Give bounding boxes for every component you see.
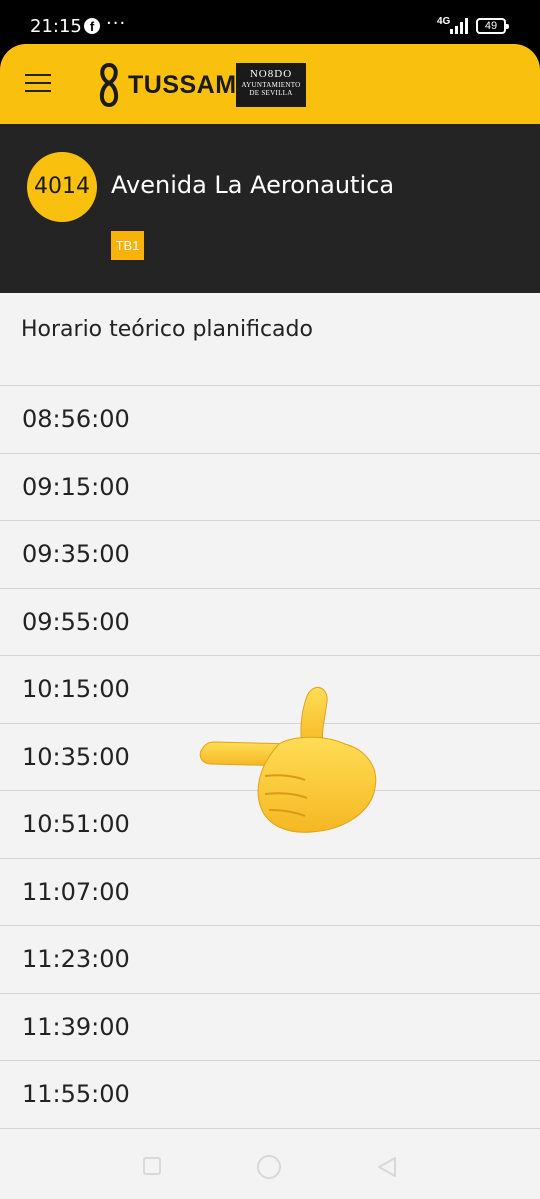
stop-name: Avenida La Aeronautica (111, 171, 395, 199)
more-notifications-icon: ··· (106, 13, 127, 34)
departure-time: 09:35:00 (22, 540, 130, 568)
tussam-eight-icon (99, 62, 119, 108)
no8do-mark: NO8DO (249, 68, 293, 80)
app-bar: TUSSAM NO8DO AYUNTAMIENTO DE SEVILLA (0, 44, 540, 124)
departure-time: 11:55:00 (22, 1080, 130, 1108)
departure-time: 09:55:00 (22, 607, 130, 636)
brand-name: TUSSAM (128, 70, 237, 99)
city-line-2: DE SEVILLA (249, 89, 293, 97)
status-time: 21:15 (30, 16, 82, 37)
list-item: 08:56:00 (0, 386, 540, 454)
hamburger-menu-icon[interactable] (25, 74, 53, 94)
stop-header: 4014 Avenida La Aeronautica TB1 (0, 124, 540, 293)
departure-time: 10:15:00 (22, 675, 130, 703)
departure-time: 08:56:00 (22, 405, 130, 433)
stop-code-badge: 4014 (27, 152, 97, 222)
departure-time: 11:23:00 (22, 945, 130, 973)
list-item: 11:55:00 (0, 1061, 540, 1129)
pointing-left-hand-emoji-icon (199, 687, 377, 833)
departure-time: 10:51:00 (22, 810, 130, 838)
facebook-icon: f (84, 18, 100, 34)
departure-time: 11:07:00 (22, 877, 130, 906)
tussam-logo: TUSSAM (96, 62, 237, 108)
list-item: 11:39:00 (0, 994, 540, 1061)
list-item: 09:55:00 (0, 589, 540, 656)
line-badge[interactable]: TB1 (111, 231, 144, 260)
section-title: Horario teórico planificado (21, 317, 313, 342)
list-item: 09:15:00 (0, 454, 540, 521)
list-item: 09:35:00 (0, 521, 540, 589)
back-triangle-icon[interactable] (376, 1156, 398, 1178)
home-circle-icon[interactable] (257, 1155, 281, 1179)
departure-time: 10:35:00 (22, 742, 130, 771)
battery-icon: 49 (476, 18, 509, 34)
signal-icon (450, 18, 468, 34)
list-item: 11:07:00 (0, 859, 540, 926)
recents-square-icon[interactable] (143, 1157, 161, 1175)
list-item: 11:23:00 (0, 926, 540, 994)
system-nav-bar (0, 1130, 540, 1199)
ayuntamiento-logo: NO8DO AYUNTAMIENTO DE SEVILLA (236, 63, 306, 107)
departure-time: 11:39:00 (22, 1012, 130, 1041)
city-line-1: AYUNTAMIENTO (241, 81, 301, 89)
departure-time: 09:15:00 (22, 472, 130, 501)
